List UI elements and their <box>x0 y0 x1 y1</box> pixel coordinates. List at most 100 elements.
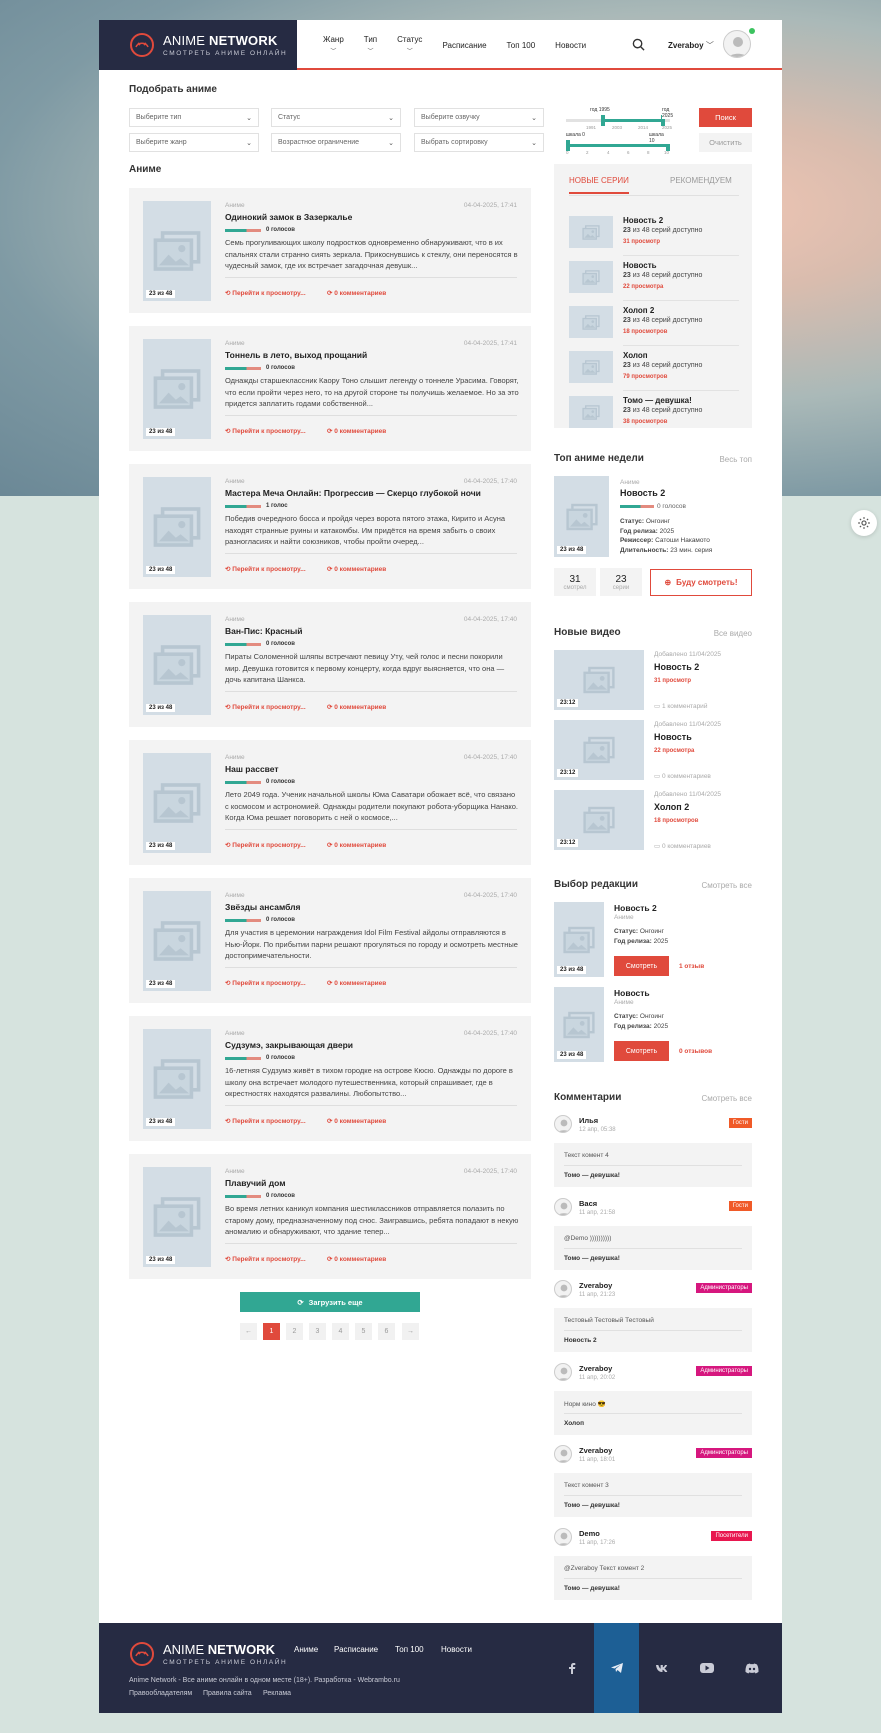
search-icon[interactable] <box>632 38 645 53</box>
comment-anime-link[interactable]: Томо — девушка! <box>564 1255 620 1262</box>
anime-poster[interactable]: 23 из 48 <box>143 201 211 301</box>
comment-anime-link[interactable]: Томо — девушка! <box>564 1585 620 1592</box>
sort-select[interactable]: Выбрать сортировку ⌄ <box>414 133 544 152</box>
anime-poster[interactable]: 23 из 48 <box>143 753 211 853</box>
series-thumb[interactable] <box>569 216 613 248</box>
new-series-item[interactable]: Новость 23 из 48 серий доступно 22 просм… <box>569 261 739 301</box>
top-week-all-link[interactable]: Весь топ <box>682 455 752 464</box>
anime-title[interactable]: Звёзды ансамбля <box>225 902 301 912</box>
nav-item-top100[interactable]: Топ 100 <box>497 20 546 70</box>
footer-nav-news[interactable]: Новости <box>441 1645 472 1654</box>
editors-poster[interactable]: 23 из 48 <box>554 902 604 977</box>
video-comments[interactable]: ▭ 1 комментарий <box>654 702 707 710</box>
anime-card[interactable]: 23 из 48 Аниме 04-04-2025, 17:40 Ван-Пис… <box>129 602 531 727</box>
series-thumb[interactable] <box>569 351 613 383</box>
series-title[interactable]: Томо — девушка! <box>623 396 692 405</box>
anime-poster[interactable]: 23 из 48 <box>143 615 211 715</box>
genre-select[interactable]: Выберите жанр ⌄ <box>129 133 259 152</box>
comment-anime-link[interactable]: Холоп <box>564 1420 584 1427</box>
avatar[interactable] <box>554 1280 572 1298</box>
footer-nav-anime[interactable]: Аниме <box>294 1645 318 1654</box>
watch-button[interactable]: Смотреть <box>614 1041 669 1061</box>
footer-link-rights[interactable]: Правообладателям <box>129 1690 192 1697</box>
discord-icon[interactable] <box>729 1623 774 1713</box>
comment-anime-link[interactable]: Томо — девушка! <box>564 1172 620 1179</box>
pagination-page[interactable]: 3 <box>309 1323 326 1340</box>
footer-logo[interactable]: ANIME NETWORK СМОТРЕТЬ АНИМЕ ОНЛАЙН <box>129 1641 287 1667</box>
nav-item-news[interactable]: Новости <box>545 20 596 70</box>
pagination-next[interactable]: → <box>402 1323 419 1340</box>
editors-poster[interactable]: 23 из 48 <box>554 987 604 1062</box>
series-thumb[interactable] <box>569 261 613 293</box>
comment-author[interactable]: Zveraboy <box>579 1364 612 1373</box>
avatar[interactable] <box>554 1527 572 1546</box>
series-thumb[interactable] <box>569 306 613 338</box>
year-range-slider[interactable]: год 1995 год 2025 1991 2003 2014 2025 <box>566 107 674 130</box>
new-videos-all-link[interactable]: Все видео <box>682 629 752 638</box>
comments-link[interactable]: ⟳ 0 комментариев <box>327 1255 386 1263</box>
slider-handle-min[interactable] <box>601 115 605 126</box>
pagination-page[interactable]: 4 <box>332 1323 349 1340</box>
facebook-icon[interactable] <box>549 1623 594 1713</box>
age-rating-select[interactable]: Возрастное ограничение ⌄ <box>271 133 401 152</box>
video-comments[interactable]: ▭ 0 комментариев <box>654 842 711 850</box>
anime-card[interactable]: 23 из 48 Аниме 04-04-2025, 17:40 Наш рас… <box>129 740 531 865</box>
tab-recommended[interactable]: РЕКОМЕНДУЕМ <box>670 176 732 185</box>
comment-author[interactable]: Zveraboy <box>579 1281 612 1290</box>
avatar[interactable] <box>554 1115 572 1133</box>
comment-anime-link[interactable]: Новость 2 <box>564 1337 597 1344</box>
series-title[interactable]: Холоп <box>623 351 648 360</box>
watch-link[interactable]: ⟲ Перейти к просмотру... <box>225 289 306 297</box>
nav-item-status[interactable]: Статус ﹀ <box>387 20 432 70</box>
video-thumb[interactable]: 23:12 <box>554 650 644 710</box>
comment-anime-link[interactable]: Томо — девушка! <box>564 1502 620 1509</box>
anime-card[interactable]: 23 из 48 Аниме 04-04-2025, 17:40 Звёзды … <box>129 878 531 1003</box>
clear-filter-button[interactable]: Очистить <box>699 133 752 152</box>
anime-title[interactable]: Ван-Пис: Красный <box>225 626 303 636</box>
will-watch-button[interactable]: ⊕ Буду смотреть! <box>650 569 752 596</box>
footer-nav-schedule[interactable]: Расписание <box>334 1645 378 1654</box>
user-menu[interactable]: Zveraboy ﹀ <box>668 40 714 51</box>
nav-item-type[interactable]: Тип ﹀ <box>354 20 387 70</box>
load-more-button[interactable]: ⟳ Загрузить еще <box>240 1292 420 1312</box>
anime-card[interactable]: 23 из 48 Аниме 04-04-2025, 17:40 Мастера… <box>129 464 531 589</box>
anime-title[interactable]: Одинокий замок в Зазеркалье <box>225 212 352 222</box>
watch-button[interactable]: Смотреть <box>614 956 669 976</box>
score-range-slider[interactable]: шкала 0 шкала 10 0 2 4 6 8 10 <box>566 132 670 155</box>
watch-link[interactable]: ⟲ Перейти к просмотру... <box>225 427 306 435</box>
video-item[interactable]: 23:12 Добавлено 11/04/2025 Новость 2 31 … <box>554 650 752 712</box>
video-item[interactable]: 23:12 Добавлено 11/04/2025 Холоп 2 18 пр… <box>554 790 752 852</box>
pagination-page[interactable]: 5 <box>355 1323 372 1340</box>
watch-link[interactable]: ⟲ Перейти к просмотру... <box>225 979 306 987</box>
editors-title[interactable]: Новость <box>614 988 650 998</box>
comments-link[interactable]: ⟳ 0 комментариев <box>327 979 386 987</box>
youtube-icon[interactable] <box>684 1623 729 1713</box>
settings-gear-icon[interactable] <box>851 510 877 536</box>
nav-item-genre[interactable]: Жанр ﹀ <box>313 20 354 70</box>
editors-title[interactable]: Новость 2 <box>614 903 657 913</box>
comments-link[interactable]: ⟳ 0 комментариев <box>327 703 386 711</box>
anime-title[interactable]: Мастера Меча Онлайн: Прогрессив — Скерцо… <box>225 488 481 498</box>
type-select[interactable]: Выберите тип ⌄ <box>129 108 259 127</box>
comments-link[interactable]: ⟳ 0 комментариев <box>327 1117 386 1125</box>
avatar[interactable] <box>554 1445 572 1463</box>
telegram-icon[interactable] <box>594 1623 639 1713</box>
video-thumb[interactable]: 23:12 <box>554 720 644 780</box>
search-button[interactable]: Поиск <box>699 108 752 127</box>
series-title[interactable]: Холоп 2 <box>623 306 654 315</box>
video-title[interactable]: Новость <box>654 732 692 742</box>
comments-link[interactable]: ⟳ 0 комментариев <box>327 841 386 849</box>
user-avatar[interactable] <box>723 30 751 58</box>
nav-item-schedule[interactable]: Расписание <box>432 20 496 70</box>
reviews-link[interactable]: 1 отзыв <box>679 963 704 970</box>
comment-author[interactable]: Demo <box>579 1529 600 1538</box>
pagination-prev[interactable]: ← <box>240 1323 257 1340</box>
comment-author[interactable]: Вася <box>579 1199 597 1208</box>
footer-link-rules[interactable]: Правила сайта <box>203 1690 252 1697</box>
anime-title[interactable]: Плавучий дом <box>225 1178 286 1188</box>
video-title[interactable]: Холоп 2 <box>654 802 689 812</box>
series-title[interactable]: Новость <box>623 261 657 270</box>
anime-poster[interactable]: 23 из 48 <box>143 1029 211 1129</box>
footer-link-ads[interactable]: Реклама <box>263 1690 291 1697</box>
anime-card[interactable]: 23 из 48 Аниме 04-04-2025, 17:40 Судзумэ… <box>129 1016 531 1141</box>
